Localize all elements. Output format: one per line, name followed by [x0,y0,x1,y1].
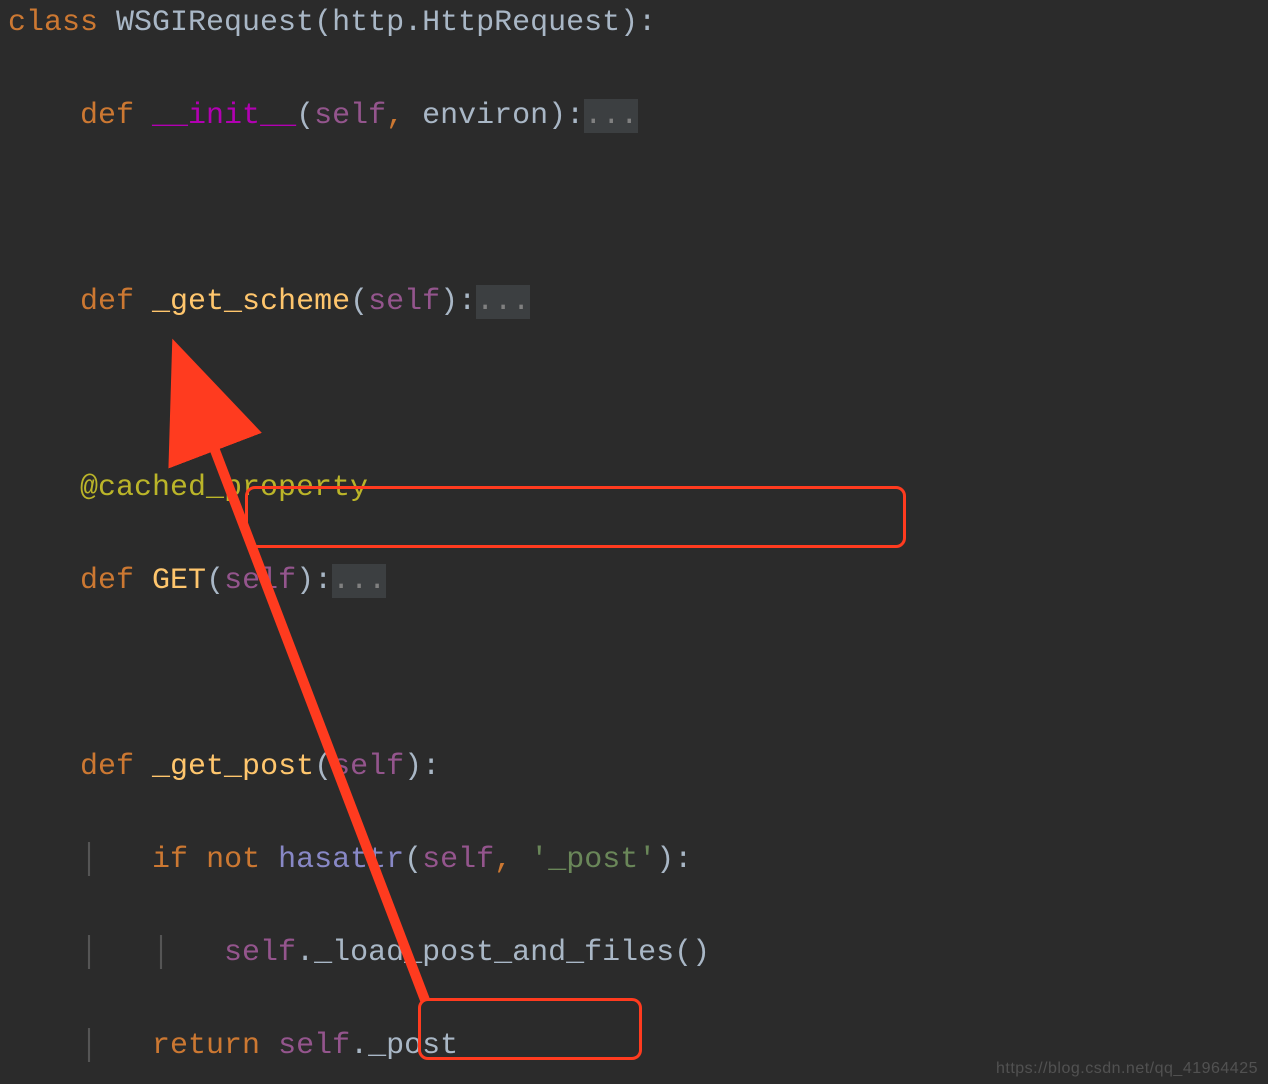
keyword-def: def [80,285,134,319]
decorator-cached-property: @cached_property [80,471,368,505]
keyword-def: def [80,564,134,598]
method-get-scheme: _get_scheme [152,285,350,319]
watermark: https://blog.csdn.net/qq_41964425 [996,1060,1258,1078]
base-class: http.HttpRequest [332,6,620,40]
param-self: self [314,99,386,133]
keyword-class: class [8,6,98,40]
code-line: def _get_post(self): [0,744,1268,791]
param-self: self [332,750,404,784]
builtin-hasattr: hasattr [278,843,404,877]
code-line: │ │ self._load_post_and_files() [0,930,1268,977]
param-self: self [368,285,440,319]
method-call-load-post: ._load_post_and_files() [296,936,710,970]
attr-post: ._post [350,1029,458,1063]
string-post: '_post' [530,843,656,877]
code-editor[interactable]: class WSGIRequest(http.HttpRequest): def… [0,0,1268,1084]
param-environ: environ [422,99,548,133]
code-line [0,651,1268,698]
code-line: def GET(self):... [0,558,1268,605]
code-line: │ if not hasattr(self, '_post'): [0,837,1268,884]
class-name: WSGIRequest [116,6,314,40]
fold-marker[interactable]: ... [332,564,386,598]
self-ref: self [278,1029,350,1063]
keyword-def: def [80,750,134,784]
code-line: class WSGIRequest(http.HttpRequest): [0,0,1268,47]
keyword-def: def [80,99,134,133]
self-ref: self [224,936,296,970]
method-get-post: _get_post [152,750,314,784]
fold-marker[interactable]: ... [584,99,638,133]
keyword-if: if [152,843,188,877]
code-line [0,186,1268,233]
code-line [0,372,1268,419]
code-line: @cached_property [0,465,1268,512]
param-self: self [422,843,494,877]
param-self: self [224,564,296,598]
keyword-return: return [152,1029,260,1063]
fold-marker[interactable]: ... [476,285,530,319]
code-line: def _get_scheme(self):... [0,279,1268,326]
method-get: GET [152,564,206,598]
code-line: def __init__(self, environ):... [0,93,1268,140]
keyword-not: not [206,843,260,877]
method-init: __init__ [152,99,296,133]
